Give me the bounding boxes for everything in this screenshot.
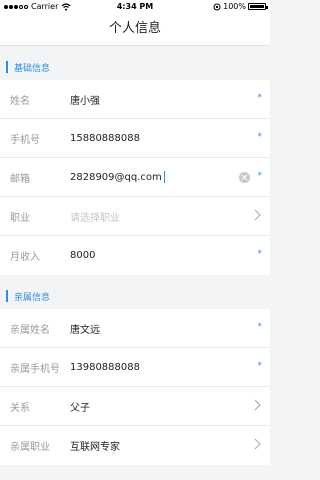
phone-input[interactable]: 15880888088: [70, 133, 140, 144]
chevron-right-icon: [254, 399, 261, 411]
status-bar: Carrier 4:34 PM 100%: [0, 0, 270, 14]
field-phone[interactable]: 手机号 15880888088 *: [0, 119, 270, 158]
chevron-right-icon: [254, 209, 261, 221]
field-relative-occupation[interactable]: 亲属职业 互联网专家: [0, 426, 270, 465]
relative-name-input[interactable]: 唐文远: [70, 321, 100, 336]
section-title: 亲属信息: [14, 292, 51, 303]
field-label: 亲属职业: [10, 442, 50, 453]
occupation-select[interactable]: 请选择职业: [70, 209, 120, 224]
required-mark: *: [257, 249, 263, 259]
field-label: 关系: [10, 402, 30, 414]
section-header-basic: 基础信息: [0, 54, 270, 80]
nav-bar: 个人信息: [0, 14, 270, 46]
field-relative-phone[interactable]: 亲属手机号 13980888088 *: [0, 348, 270, 387]
income-input[interactable]: 8000: [70, 250, 95, 261]
chevron-right-icon: [254, 438, 261, 450]
clear-icon[interactable]: [239, 172, 250, 183]
name-input[interactable]: 唐小强: [70, 92, 100, 107]
field-label: 亲属姓名: [10, 324, 50, 336]
field-relationship[interactable]: 关系 父子: [0, 387, 270, 426]
field-label: 手机号: [10, 134, 40, 146]
page-title: 个人信息: [108, 21, 161, 36]
section-accent-bar: [6, 290, 8, 302]
basic-info-list: 姓名 唐小强 * 手机号 15880888088 * 邮箱 2828909@qq…: [0, 80, 270, 275]
section-accent-bar: [6, 61, 8, 73]
field-label: 月收入: [10, 252, 40, 263]
section-header-family: 亲属信息: [0, 283, 270, 309]
battery-percent: 100%: [223, 2, 246, 11]
required-mark: *: [257, 93, 263, 103]
field-relative-name[interactable]: 亲属姓名 唐文远 *: [0, 309, 270, 348]
email-input[interactable]: 2828909@qq.com: [70, 171, 165, 183]
field-label: 亲属手机号: [10, 363, 60, 375]
email-value: 2828909@qq.com: [70, 172, 162, 183]
field-label: 邮箱: [10, 173, 30, 185]
field-email[interactable]: 邮箱 2828909@qq.com *: [0, 158, 270, 197]
required-mark: *: [257, 361, 263, 371]
field-label: 姓名: [10, 95, 30, 107]
orientation-lock-icon: [213, 3, 221, 10]
required-mark: *: [257, 322, 263, 332]
relative-occupation-select[interactable]: 互联网专家: [70, 438, 120, 453]
required-mark: *: [257, 171, 263, 181]
text-cursor: [163, 171, 165, 183]
relationship-select[interactable]: 父子: [70, 399, 90, 414]
required-mark: *: [257, 132, 263, 142]
battery-icon: [248, 3, 268, 10]
section-title: 基础信息: [14, 63, 51, 74]
field-name[interactable]: 姓名 唐小强 *: [0, 80, 270, 119]
field-label: 职业: [10, 212, 30, 224]
field-occupation[interactable]: 职业 请选择职业: [0, 197, 270, 236]
relative-phone-input[interactable]: 13980888088: [70, 362, 140, 373]
family-info-list: 亲属姓名 唐文远 * 亲属手机号 13980888088 * 关系 父子 亲属职…: [0, 309, 270, 465]
field-income[interactable]: 月收入 8000 *: [0, 236, 270, 275]
battery-group: 100%: [213, 2, 268, 11]
